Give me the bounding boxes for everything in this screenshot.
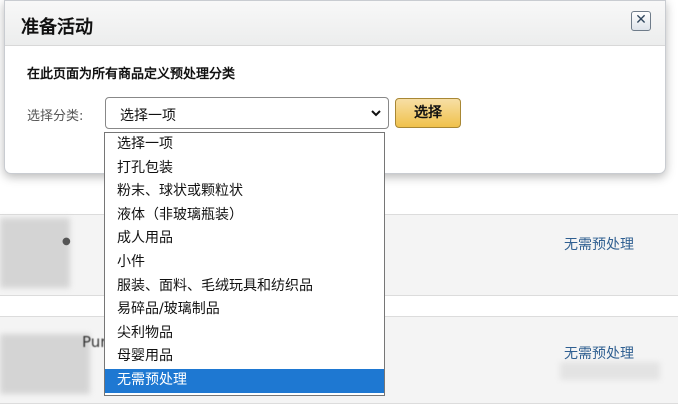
choose-button[interactable]: 选择 — [395, 98, 461, 128]
blurred-watermark — [560, 362, 660, 380]
blurred-thumbnail-2 — [0, 334, 90, 394]
background-dot: ● — [62, 236, 71, 247]
dropdown-option[interactable]: 小件 — [105, 251, 384, 275]
category-select-label: 选择分类: — [27, 109, 84, 124]
close-icon[interactable]: ✕ — [631, 11, 651, 31]
dropdown-option[interactable]: 尖利物品 — [105, 322, 384, 346]
dropdown-option[interactable]: 选择一项 — [105, 133, 384, 157]
dropdown-option[interactable]: 液体（非玻璃瓶装） — [105, 204, 384, 228]
dropdown-option[interactable]: 服装、面料、毛绒玩具和纺织品 — [105, 275, 384, 299]
dropdown-option[interactable]: 成人用品 — [105, 227, 384, 251]
dropdown-option[interactable]: 打孔包装 — [105, 157, 384, 181]
prep-status-link-1[interactable]: 无需预处理 — [564, 234, 634, 254]
modal-header: 准备活动 ✕ — [5, 1, 665, 46]
modal-subtitle: 在此页面为所有商品定义预处理分类 — [27, 67, 236, 82]
dropdown-option[interactable]: 母婴用品 — [105, 345, 384, 369]
dropdown-option-highlighted[interactable]: 无需预处理 — [105, 369, 384, 393]
dropdown-option[interactable]: 易碎品/玻璃制品 — [105, 298, 384, 322]
dropdown-option[interactable]: 粉末、球状或颗粒状 — [105, 180, 384, 204]
background-partial-text: Pur — [82, 333, 107, 351]
chevron-down-icon — [371, 110, 381, 117]
blurred-thumbnail-1 — [0, 218, 70, 288]
category-select[interactable]: 选择一项 — [105, 97, 389, 129]
category-dropdown-list: 选择一项 打孔包装 粉末、球状或颗粒状 液体（非玻璃瓶装） 成人用品 小件 服装… — [104, 132, 385, 396]
category-select-value: 选择一项 — [120, 108, 176, 124]
prep-status-link-2[interactable]: 无需预处理 — [564, 343, 634, 363]
modal-title: 准备活动 — [21, 17, 93, 38]
